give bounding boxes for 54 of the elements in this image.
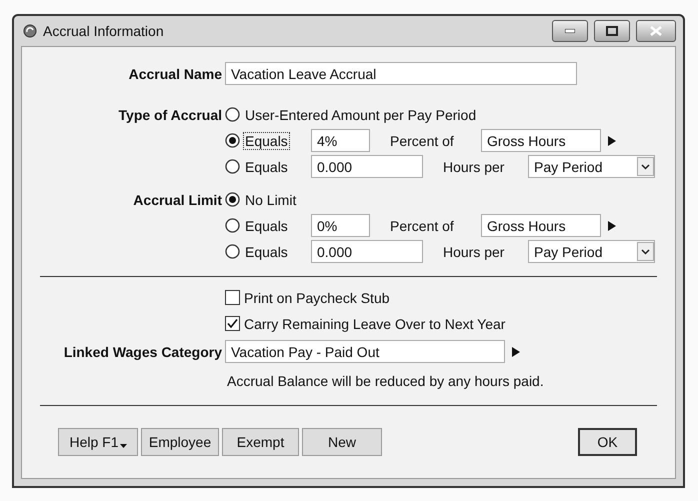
wages-category-field[interactable]: Vacation Pay - Paid Out <box>225 340 505 363</box>
close-button[interactable] <box>636 20 676 42</box>
dialog-button[interactable]: Employee <box>141 428 219 456</box>
hours-field[interactable]: 0.000 <box>311 155 423 178</box>
radio-button[interactable] <box>225 107 240 122</box>
close-icon <box>650 26 662 36</box>
radio-button[interactable] <box>225 192 240 207</box>
info-text: Accrual Balance will be reduced by any hours paid. <box>227 372 544 388</box>
accrual-name-field[interactable]: Vacation Leave Accrual <box>225 62 577 85</box>
hours-field[interactable]: 0.000 <box>311 240 423 263</box>
group-label: Accrual Limit <box>132 192 223 208</box>
unit-label: Hours per <box>442 244 506 260</box>
radio-label[interactable]: No Limit <box>243 190 298 208</box>
radio-button[interactable] <box>225 244 240 259</box>
dialog-button[interactable]: New <box>302 428 382 456</box>
radio-button[interactable] <box>225 133 240 148</box>
dialog-button[interactable]: Exempt <box>222 428 299 456</box>
dialog-button[interactable]: Help F1 <box>58 428 138 456</box>
basis-field[interactable]: Gross Hours <box>481 214 601 237</box>
field-label: Accrual Name <box>128 66 223 82</box>
restore-icon <box>606 26 618 36</box>
basis-dropdown[interactable]: Pay Period <box>528 155 655 178</box>
arrow-icon[interactable] <box>511 346 521 358</box>
radio-label[interactable]: Equals <box>243 242 290 260</box>
radio-label[interactable]: Equals <box>243 132 290 150</box>
maximize-button[interactable] <box>594 20 630 42</box>
basis-dropdown[interactable]: Pay Period <box>528 240 655 263</box>
app-icon <box>23 24 37 38</box>
window-title: Accrual Information <box>43 23 165 39</box>
radio-label[interactable]: Equals <box>243 158 290 176</box>
unit-label: Percent of <box>389 218 455 234</box>
checkbox-label: Print on Paycheck Stub <box>244 290 390 306</box>
checkbox[interactable] <box>225 290 240 305</box>
caret-icon <box>120 443 127 449</box>
arrow-icon[interactable] <box>607 220 617 232</box>
group-label: Type of Accrual <box>118 106 223 122</box>
checkbox[interactable] <box>225 316 240 331</box>
chevron-down-icon <box>637 242 654 261</box>
radio-label[interactable]: User-Entered Amount per Pay Period <box>243 106 478 124</box>
unit-label: Percent of <box>389 132 455 148</box>
radio-button[interactable] <box>225 218 240 233</box>
checkbox-label: Carry Remaining Leave Over to Next Year <box>244 316 506 332</box>
arrow-icon[interactable] <box>607 134 617 146</box>
radio-button[interactable] <box>225 159 240 174</box>
percent-field[interactable]: 0% <box>311 214 370 237</box>
unit-label: Hours per <box>442 158 506 174</box>
minimize-icon <box>565 29 575 33</box>
basis-field[interactable]: Gross Hours <box>481 129 601 152</box>
percent-field[interactable]: 4% <box>311 129 370 152</box>
chevron-down-icon <box>637 157 654 176</box>
minimize-button[interactable] <box>552 20 588 42</box>
field-label: Linked Wages Category <box>62 344 223 360</box>
radio-label[interactable]: Equals <box>243 216 290 234</box>
ok-button[interactable]: OK <box>578 428 637 456</box>
